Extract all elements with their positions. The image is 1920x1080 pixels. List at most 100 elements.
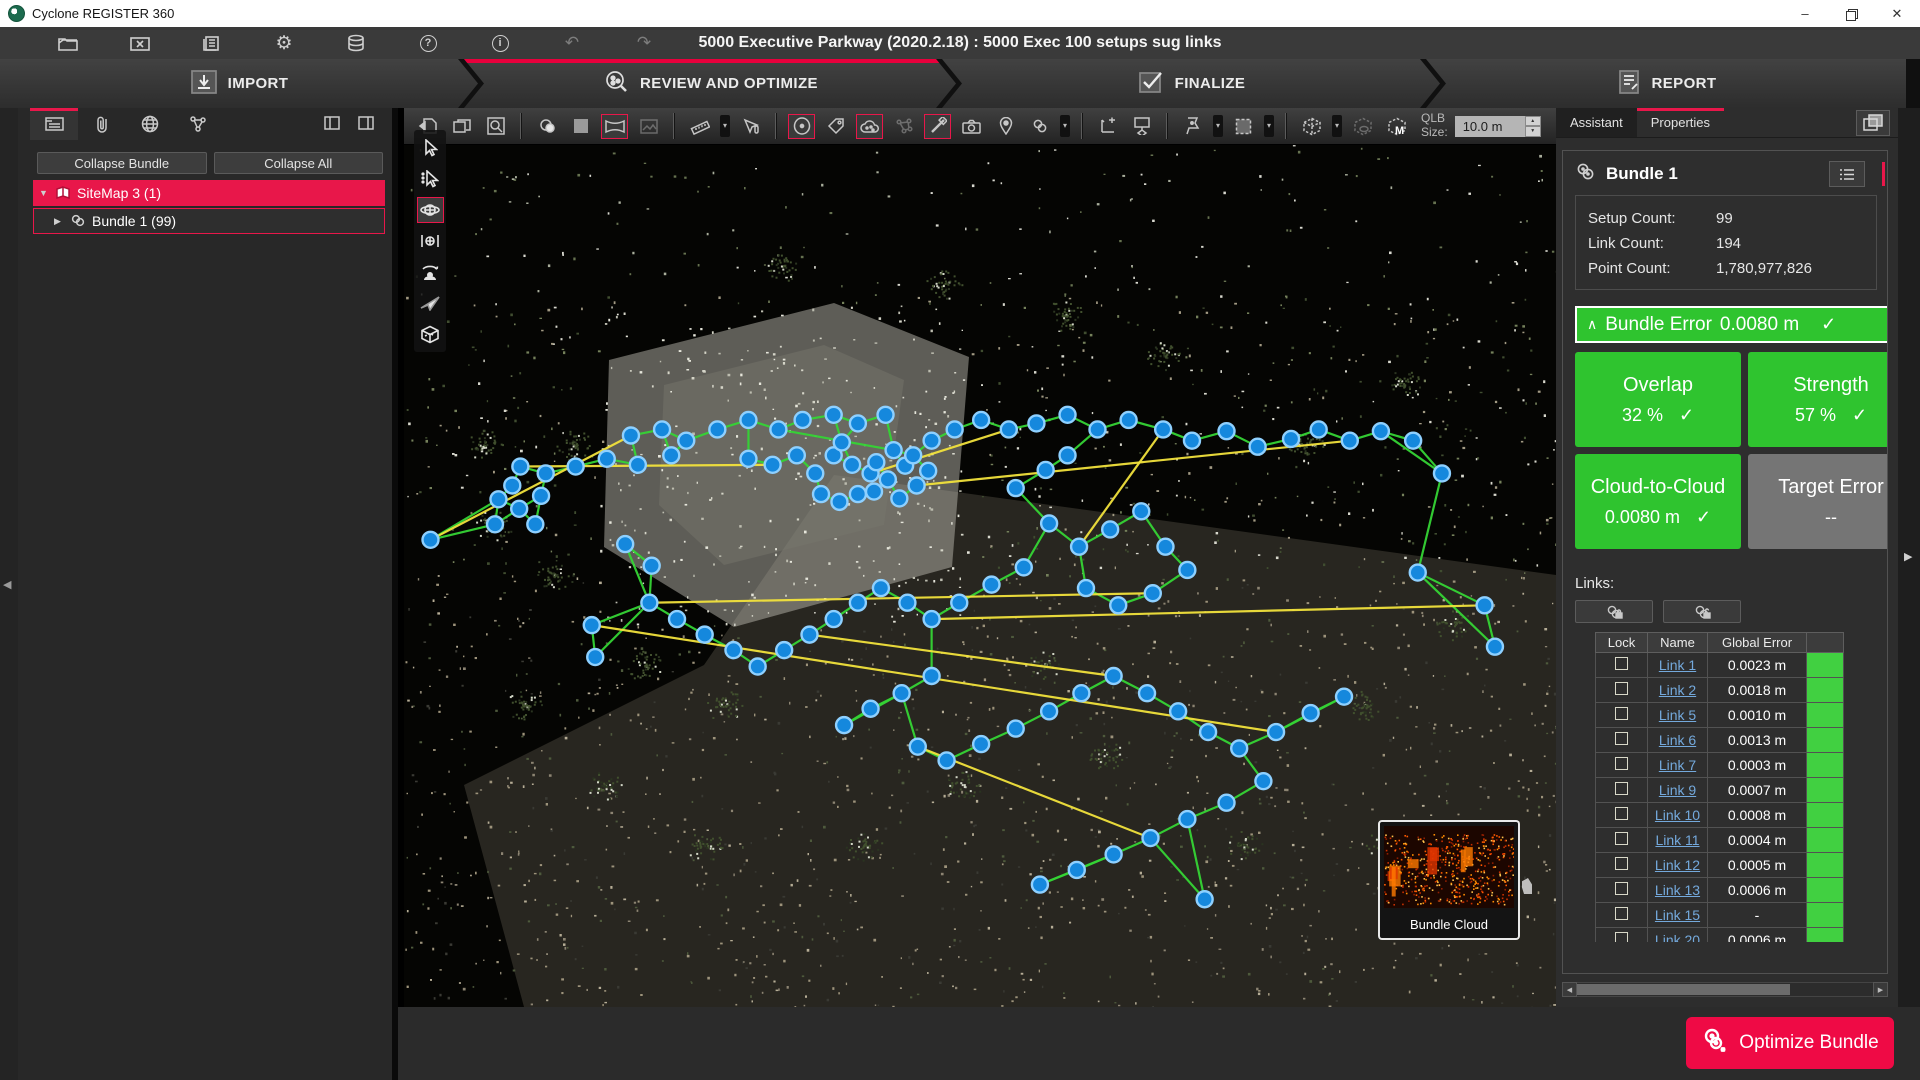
reports-icon[interactable] — [199, 32, 225, 54]
selection-icon[interactable] — [1230, 114, 1257, 139]
lock-checkbox[interactable] — [1615, 732, 1628, 745]
expand-right-panel-arrow[interactable]: ▶ — [1904, 550, 1912, 563]
measure-dropdown-caret[interactable]: ▾ — [720, 115, 730, 137]
close-button[interactable]: ✕ — [1874, 0, 1920, 27]
orbit-icon[interactable] — [417, 197, 444, 223]
probe-icon[interactable] — [737, 114, 764, 139]
caret-down-icon[interactable]: ▼ — [39, 188, 49, 198]
lock-checkbox[interactable] — [1615, 932, 1628, 942]
camera-icon[interactable] — [958, 114, 985, 139]
lock-checkbox[interactable] — [1615, 657, 1628, 670]
link-name[interactable]: Link 15 — [1655, 907, 1700, 923]
viewport-3d[interactable]: ▾ ▾ ▾ ▾ ▾ M QLBSize: 10.0 m ▲ ▼ — [404, 108, 1556, 1007]
lock-checkbox[interactable] — [1615, 707, 1628, 720]
scroll-left-icon[interactable]: ◀ — [1562, 982, 1577, 997]
redo-icon[interactable]: ↷ — [631, 32, 657, 54]
link-name[interactable]: Link 12 — [1655, 857, 1700, 873]
pan-orbit-icon[interactable] — [417, 228, 444, 254]
panel-horizontal-scrollbar[interactable]: ◀ ▶ — [1562, 982, 1888, 997]
collapse-all-button[interactable]: Collapse All — [214, 152, 384, 174]
tab-import[interactable]: IMPORT — [0, 59, 478, 108]
col-header-lock[interactable]: Lock — [1596, 633, 1648, 653]
network-links-icon[interactable] — [890, 114, 917, 139]
zoom-fit-icon[interactable] — [482, 114, 509, 139]
help-icon[interactable]: ? — [415, 32, 441, 54]
multi-select-cursor-icon[interactable] — [417, 166, 444, 192]
info-icon[interactable]: i — [487, 32, 513, 54]
bundle-list-button[interactable] — [1829, 161, 1865, 187]
tab-report[interactable]: REPORT — [1426, 59, 1906, 108]
optimize-bundle-button[interactable]: Optimize Bundle — [1686, 1017, 1894, 1069]
geotag-icon[interactable] — [992, 114, 1019, 139]
lock-checkbox[interactable] — [1615, 782, 1628, 795]
tab-attachments[interactable] — [78, 108, 126, 140]
limit-box-manual-icon[interactable]: M — [1383, 114, 1410, 139]
panorama-icon[interactable] — [601, 114, 628, 139]
present-icon[interactable] — [1128, 114, 1155, 139]
collapse-left-panel-arrow[interactable]: ◀ — [3, 578, 11, 591]
lock-checkbox[interactable] — [1615, 757, 1628, 770]
link-name[interactable]: Link 10 — [1655, 807, 1700, 823]
close-project-icon[interactable] — [127, 32, 153, 54]
tab-sitemap-view[interactable] — [30, 108, 78, 140]
link-name[interactable]: Link 13 — [1655, 882, 1700, 898]
link-name[interactable]: Link 9 — [1659, 782, 1696, 798]
panel-expand-icon[interactable] — [320, 112, 344, 134]
limit-box-view-icon[interactable] — [1349, 114, 1376, 139]
tree-item-sitemap[interactable]: ▼ SiteMap 3 (1) — [33, 180, 385, 206]
tag-icon[interactable] — [822, 114, 849, 139]
basemap-icon[interactable] — [1179, 114, 1206, 139]
link-name[interactable]: Link 1 — [1659, 657, 1696, 673]
measure-icon[interactable] — [686, 114, 713, 139]
select-cursor-icon[interactable] — [417, 135, 444, 161]
lock-checkbox[interactable] — [1615, 882, 1628, 895]
tab-assistant[interactable]: Assistant — [1556, 108, 1637, 137]
panel-pin-icon[interactable] — [354, 112, 378, 134]
lock-checkbox[interactable] — [1615, 682, 1628, 695]
overlap-tile[interactable]: Overlap 32 %✓ — [1575, 352, 1741, 447]
link-name[interactable]: Link 11 — [1655, 832, 1699, 848]
cloud-icon[interactable] — [856, 114, 883, 139]
cloud-to-cloud-tile[interactable]: Cloud-to-Cloud 0.0080 m✓ — [1575, 454, 1741, 549]
limit-box-icon[interactable] — [1298, 114, 1325, 139]
col-header-global-error[interactable]: Global Error — [1708, 633, 1807, 653]
create-link-icon[interactable] — [924, 114, 951, 139]
scrollbar-track[interactable] — [1577, 982, 1873, 997]
tab-finalize[interactable]: FINALIZE — [942, 59, 1440, 108]
caret-right-icon[interactable]: ▶ — [54, 216, 64, 227]
turntable-icon[interactable] — [417, 259, 444, 285]
lock-checkbox[interactable] — [1615, 832, 1628, 845]
col-header-name[interactable]: Name — [1648, 633, 1708, 653]
basemap-dropdown-caret[interactable]: ▾ — [1213, 115, 1223, 137]
panel-layout-button[interactable] — [1856, 110, 1890, 136]
qlb-step-down-icon[interactable]: ▼ — [1525, 126, 1541, 137]
target-error-tile[interactable]: Target Error -- — [1748, 454, 1888, 549]
solid-view-icon[interactable] — [567, 114, 594, 139]
tab-web[interactable] — [126, 108, 174, 140]
lock-checkbox[interactable] — [1615, 807, 1628, 820]
qlb-step-up-icon[interactable]: ▲ — [1525, 116, 1541, 127]
limit-box-dropdown-caret[interactable]: ▾ — [1332, 115, 1342, 137]
bundle-menu-icon[interactable] — [1026, 114, 1053, 139]
selection-dropdown-caret[interactable]: ▾ — [1264, 115, 1274, 137]
link-name[interactable]: Link 6 — [1659, 732, 1696, 748]
view-cube-icon[interactable] — [417, 321, 444, 347]
scroll-right-icon[interactable]: ▶ — [1873, 982, 1888, 997]
qlb-size-spinner[interactable]: 10.0 m ▲ ▼ — [1455, 116, 1541, 137]
link-name[interactable]: Link 5 — [1659, 707, 1696, 723]
lock-links-button[interactable] — [1575, 600, 1653, 623]
collapse-bundle-button[interactable]: Collapse Bundle — [37, 152, 207, 174]
scrollbar-thumb[interactable] — [1577, 984, 1790, 995]
storage-icon[interactable] — [343, 32, 369, 54]
unlock-links-button[interactable] — [1663, 600, 1741, 623]
strength-tile[interactable]: Strength 57 %✓ — [1748, 352, 1888, 447]
tab-network[interactable] — [174, 108, 222, 140]
bundle-error-banner[interactable]: ∧ Bundle Error 0.0080 m ✓ — [1575, 306, 1888, 343]
minimize-button[interactable]: – — [1782, 0, 1828, 27]
tab-properties[interactable]: Properties — [1637, 108, 1724, 137]
tab-review-and-optimize[interactable]: REVIEW AND OPTIMIZE — [464, 59, 956, 108]
open-project-icon[interactable] — [55, 32, 81, 54]
lock-checkbox[interactable] — [1615, 907, 1628, 920]
undo-icon[interactable]: ↶ — [559, 32, 585, 54]
tree-item-bundle[interactable]: ▶ Bundle 1 (99) — [33, 208, 385, 234]
